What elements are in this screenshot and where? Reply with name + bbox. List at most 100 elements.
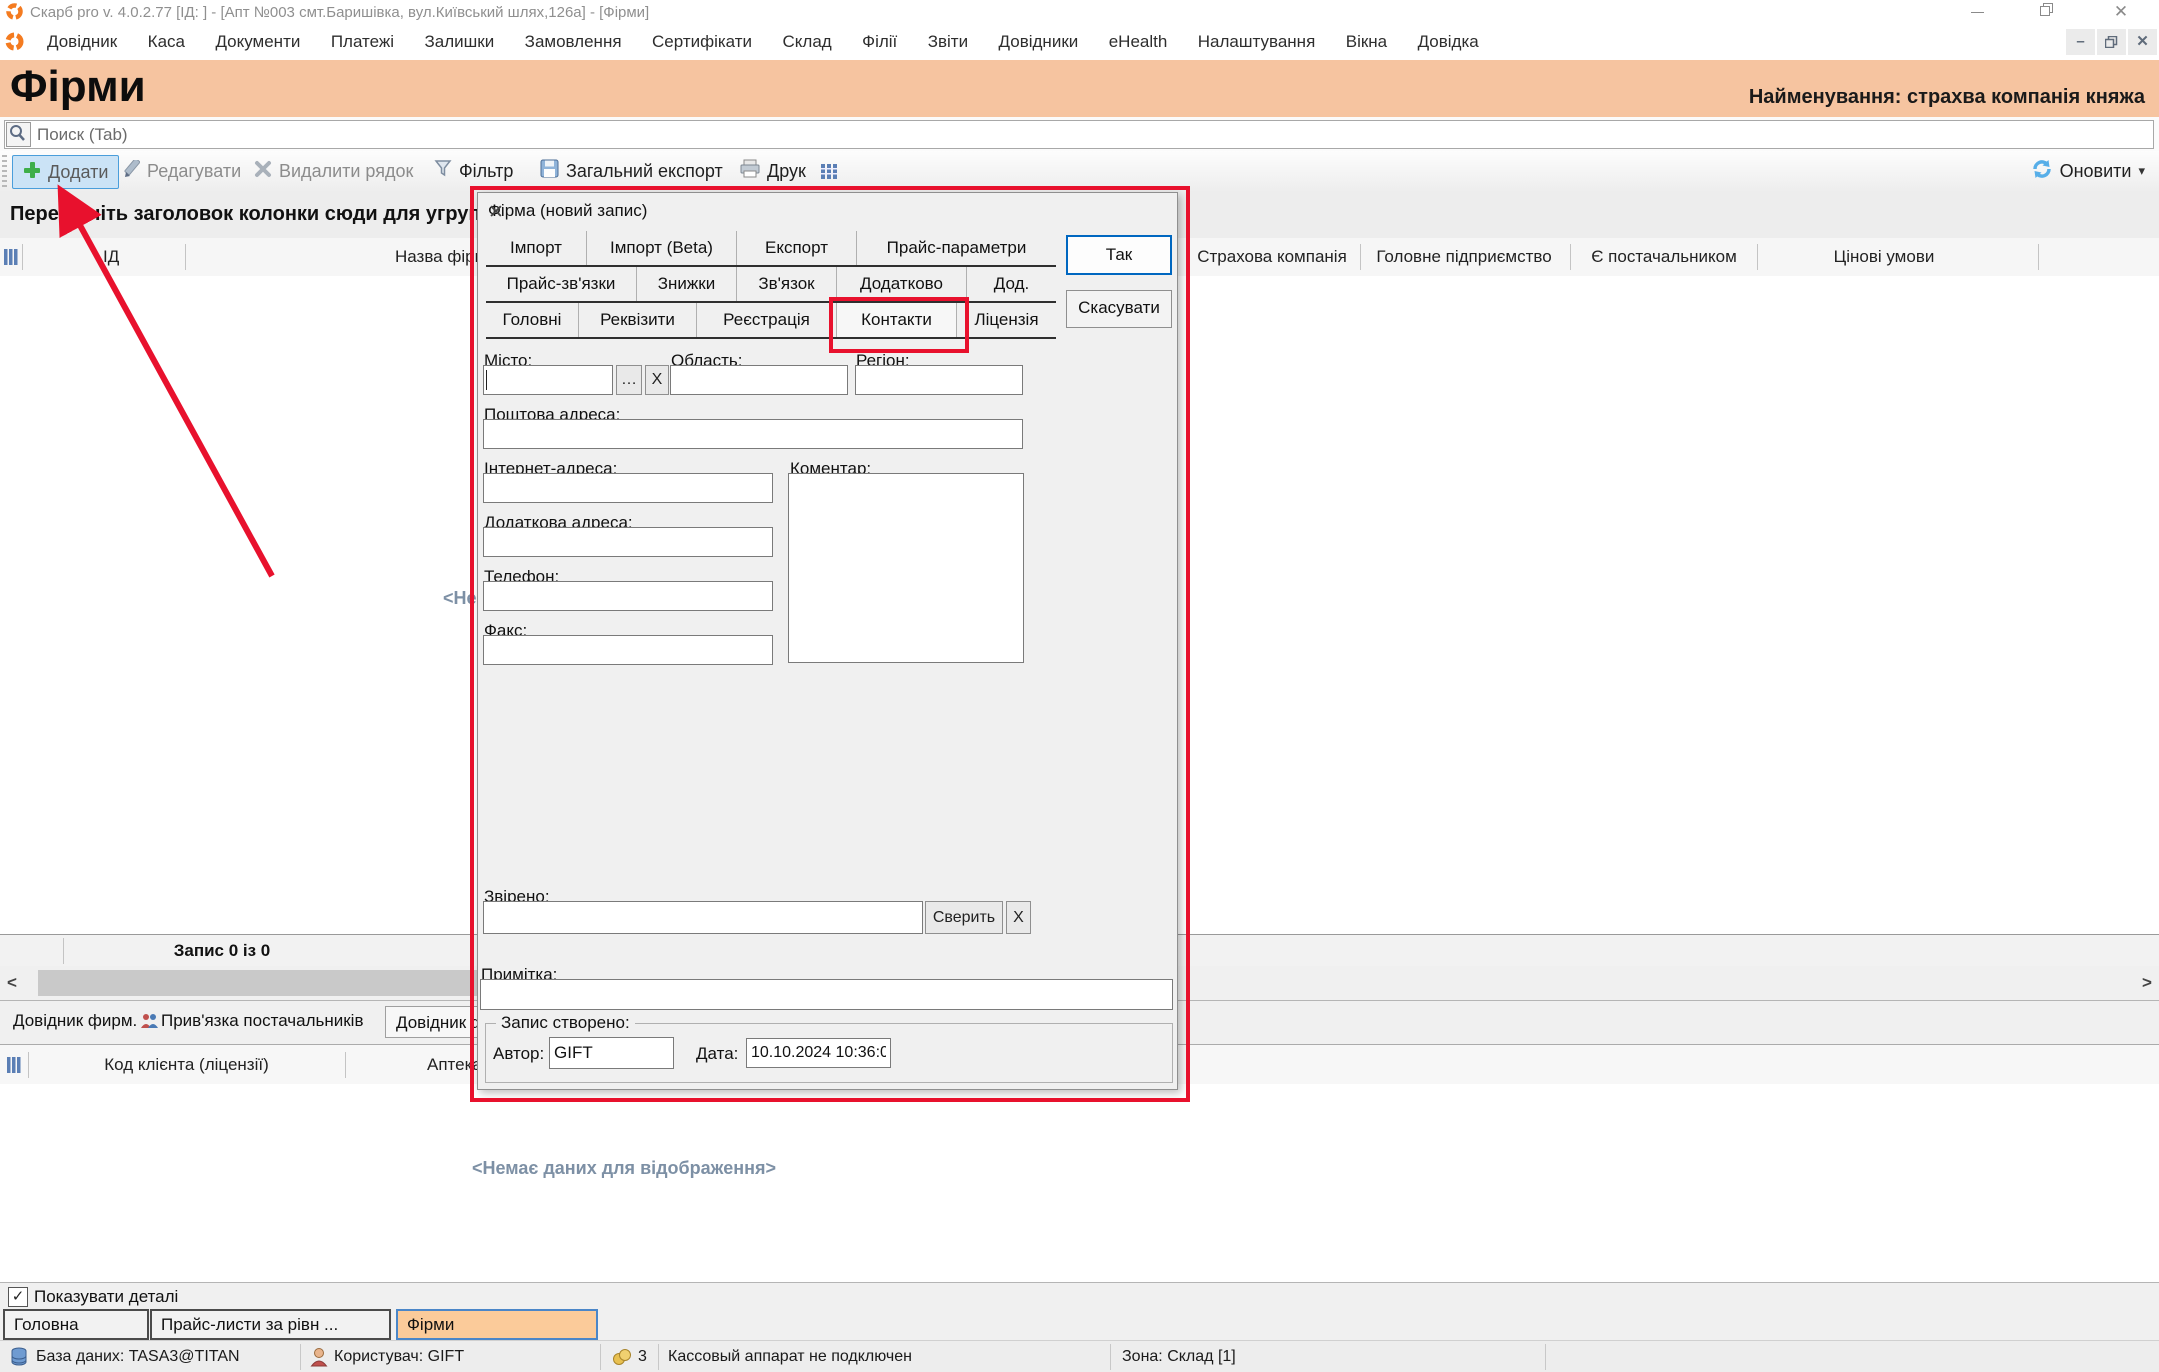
detail-grid-body[interactable]: <Немає даних для відображення> [0, 1084, 2159, 1283]
column-header-main-company[interactable]: Головне підприємство [1376, 247, 1551, 267]
export-button[interactable]: Загальний експорт [540, 155, 723, 187]
print-button[interactable]: Друк [740, 155, 806, 187]
menu-dovidnyky[interactable]: Довідники [986, 24, 1092, 52]
scroll-right-button[interactable]: > [2135, 970, 2159, 996]
menu-sklad[interactable]: Склад [770, 24, 845, 52]
menu-dovidnyk[interactable]: Довідник [34, 24, 130, 52]
search-row [0, 117, 2159, 151]
refresh-button[interactable]: Оновити ▾ [2031, 155, 2145, 187]
tab-export[interactable]: Експорт [736, 231, 856, 265]
menu-platezhi[interactable]: Платежі [318, 24, 407, 52]
restore-button[interactable] [2034, 3, 2060, 21]
window-tab-pricelists[interactable]: Прайс-листи за рівн ... [150, 1309, 391, 1340]
tab-requisites[interactable]: Реквізити [578, 303, 696, 337]
window-title: Скарб pro v. 4.0.2.77 [ІД: ] - [Апт №003… [30, 4, 649, 21]
column-header-is-supplier[interactable]: Є постачальником [1591, 247, 1737, 267]
tab-connection[interactable]: Зв'язок [736, 267, 836, 301]
mdi-restore-button[interactable] [2097, 29, 2126, 55]
search-input[interactable] [35, 122, 2139, 147]
add-button[interactable]: Додати [12, 155, 119, 189]
menu-dovidka[interactable]: Довідка [1405, 24, 1492, 52]
verified-input[interactable] [483, 901, 923, 934]
cancel-button[interactable]: Скасувати [1066, 290, 1172, 328]
internet-address-input[interactable] [483, 473, 773, 503]
firm-dialog: Фірма (новий запис) ✕ Імпорт Імпорт (Bet… [477, 192, 1178, 1090]
comment-textarea[interactable] [788, 473, 1024, 663]
verify-button[interactable]: Сверить [925, 901, 1003, 934]
dialog-tab-row-1: Імпорт Імпорт (Beta) Експорт Прайс-парам… [486, 231, 1056, 267]
menu-dokumenty[interactable]: Документи [202, 24, 313, 52]
detail-tab-supplier-links[interactable]: Прив'язка постачальників [161, 1011, 364, 1031]
dialog-title-bar[interactable]: Фірма (новий запис) ✕ [478, 193, 1177, 227]
author-label: Автор: [493, 1044, 544, 1064]
tab-price-links[interactable]: Прайс-зв'язки [486, 267, 636, 301]
toolbar: Додати Редагувати Видалити рядок Фільтр … [0, 151, 2159, 193]
menu-filii[interactable]: Філії [849, 24, 910, 52]
detail-column-client-code[interactable]: Код клієнта (ліцензії) [28, 1055, 345, 1075]
tab-registration[interactable]: Реєстрація [696, 303, 836, 337]
column-header-price-terms[interactable]: Цінові умови [1834, 247, 1935, 267]
search-box[interactable] [4, 120, 2154, 149]
postal-address-input[interactable] [483, 419, 1023, 449]
menu-zamovlennya[interactable]: Замовлення [512, 24, 635, 52]
filter-button[interactable]: Фільтр [434, 155, 513, 187]
detail-tab-firms[interactable]: Довідник фирм. [13, 1011, 137, 1031]
region-input[interactable] [855, 365, 1023, 395]
city-browse-button[interactable]: … [616, 365, 642, 395]
people-icon [140, 1012, 159, 1035]
show-details-row: ✓ Показувати деталі [0, 1282, 2159, 1309]
menu-kasa[interactable]: Каса [135, 24, 198, 52]
tab-price-params[interactable]: Прайс-параметри [856, 231, 1056, 265]
verified-clear-button[interactable]: X [1006, 901, 1031, 934]
tab-import-beta[interactable]: Імпорт (Beta) [586, 231, 736, 265]
refresh-dropdown-icon[interactable]: ▾ [2138, 163, 2145, 179]
tab-main[interactable]: Головні [486, 303, 578, 337]
city-input[interactable] [483, 365, 613, 395]
extra-address-input[interactable] [483, 527, 773, 557]
window-tab-main[interactable]: Головна [3, 1309, 149, 1340]
tab-import[interactable]: Імпорт [486, 231, 586, 265]
phone-input[interactable] [483, 581, 773, 611]
columns-grid-icon[interactable] [820, 155, 837, 187]
note-input[interactable] [480, 979, 1173, 1010]
title-bar: Скарб pro v. 4.0.2.77 [ІД: ] - [Апт №003… [0, 0, 2159, 24]
oblast-input[interactable] [670, 365, 848, 395]
city-clear-button[interactable]: X [645, 365, 669, 395]
scroll-left-button[interactable]: < [0, 970, 24, 996]
mdi-minimize-button[interactable]: – [2066, 29, 2095, 55]
dialog-close-icon[interactable]: ✕ [488, 201, 1163, 224]
date-input[interactable] [746, 1038, 891, 1068]
refresh-icon [2031, 158, 2053, 185]
row-selector-icon[interactable] [3, 248, 18, 271]
tab-add[interactable]: Дод. [966, 267, 1056, 301]
menu-ehealth[interactable]: eHealth [1096, 24, 1181, 52]
menu-sertyfikaty[interactable]: Сертифікати [639, 24, 765, 52]
column-header-id[interactable]: ІД [103, 247, 119, 267]
menu-vikna[interactable]: Вікна [1333, 24, 1400, 52]
ok-button[interactable]: Так [1066, 235, 1172, 275]
column-header-insurance[interactable]: Страхова компанія [1197, 247, 1347, 267]
column-header-name[interactable]: Назва фірм [395, 247, 486, 267]
detail-row-selector-icon[interactable] [6, 1056, 21, 1079]
menu-bar: Довідник Каса Документи Платежі Залишки … [0, 24, 2159, 61]
tab-discounts[interactable]: Знижки [636, 267, 736, 301]
status-count: 3 [638, 1348, 647, 1366]
close-button[interactable]: ✕ [2108, 3, 2134, 21]
tab-additional[interactable]: Додатково [836, 267, 966, 301]
menu-nalashtuvannya[interactable]: Налаштування [1185, 24, 1329, 52]
edit-button[interactable]: Редагувати [122, 155, 241, 187]
author-input[interactable] [549, 1037, 674, 1069]
menu-zalyshky[interactable]: Залишки [412, 24, 508, 52]
window-tab-firms[interactable]: Фірми [396, 1309, 598, 1340]
show-details-checkbox[interactable]: ✓ [8, 1287, 28, 1307]
tab-license[interactable]: Ліцензія [956, 303, 1056, 337]
mdi-close-button[interactable]: ✕ [2128, 29, 2157, 55]
delete-row-button[interactable]: Видалити рядок [254, 155, 413, 187]
minimize-button[interactable] [1964, 3, 1990, 21]
fax-input[interactable] [483, 635, 773, 665]
toolbar-grip[interactable] [2, 155, 7, 188]
detail-column-pharmacy[interactable]: Аптека [427, 1055, 482, 1075]
menu-zvity[interactable]: Звіти [915, 24, 981, 52]
tab-contacts[interactable]: Контакти [836, 303, 956, 337]
search-icon [6, 122, 31, 147]
